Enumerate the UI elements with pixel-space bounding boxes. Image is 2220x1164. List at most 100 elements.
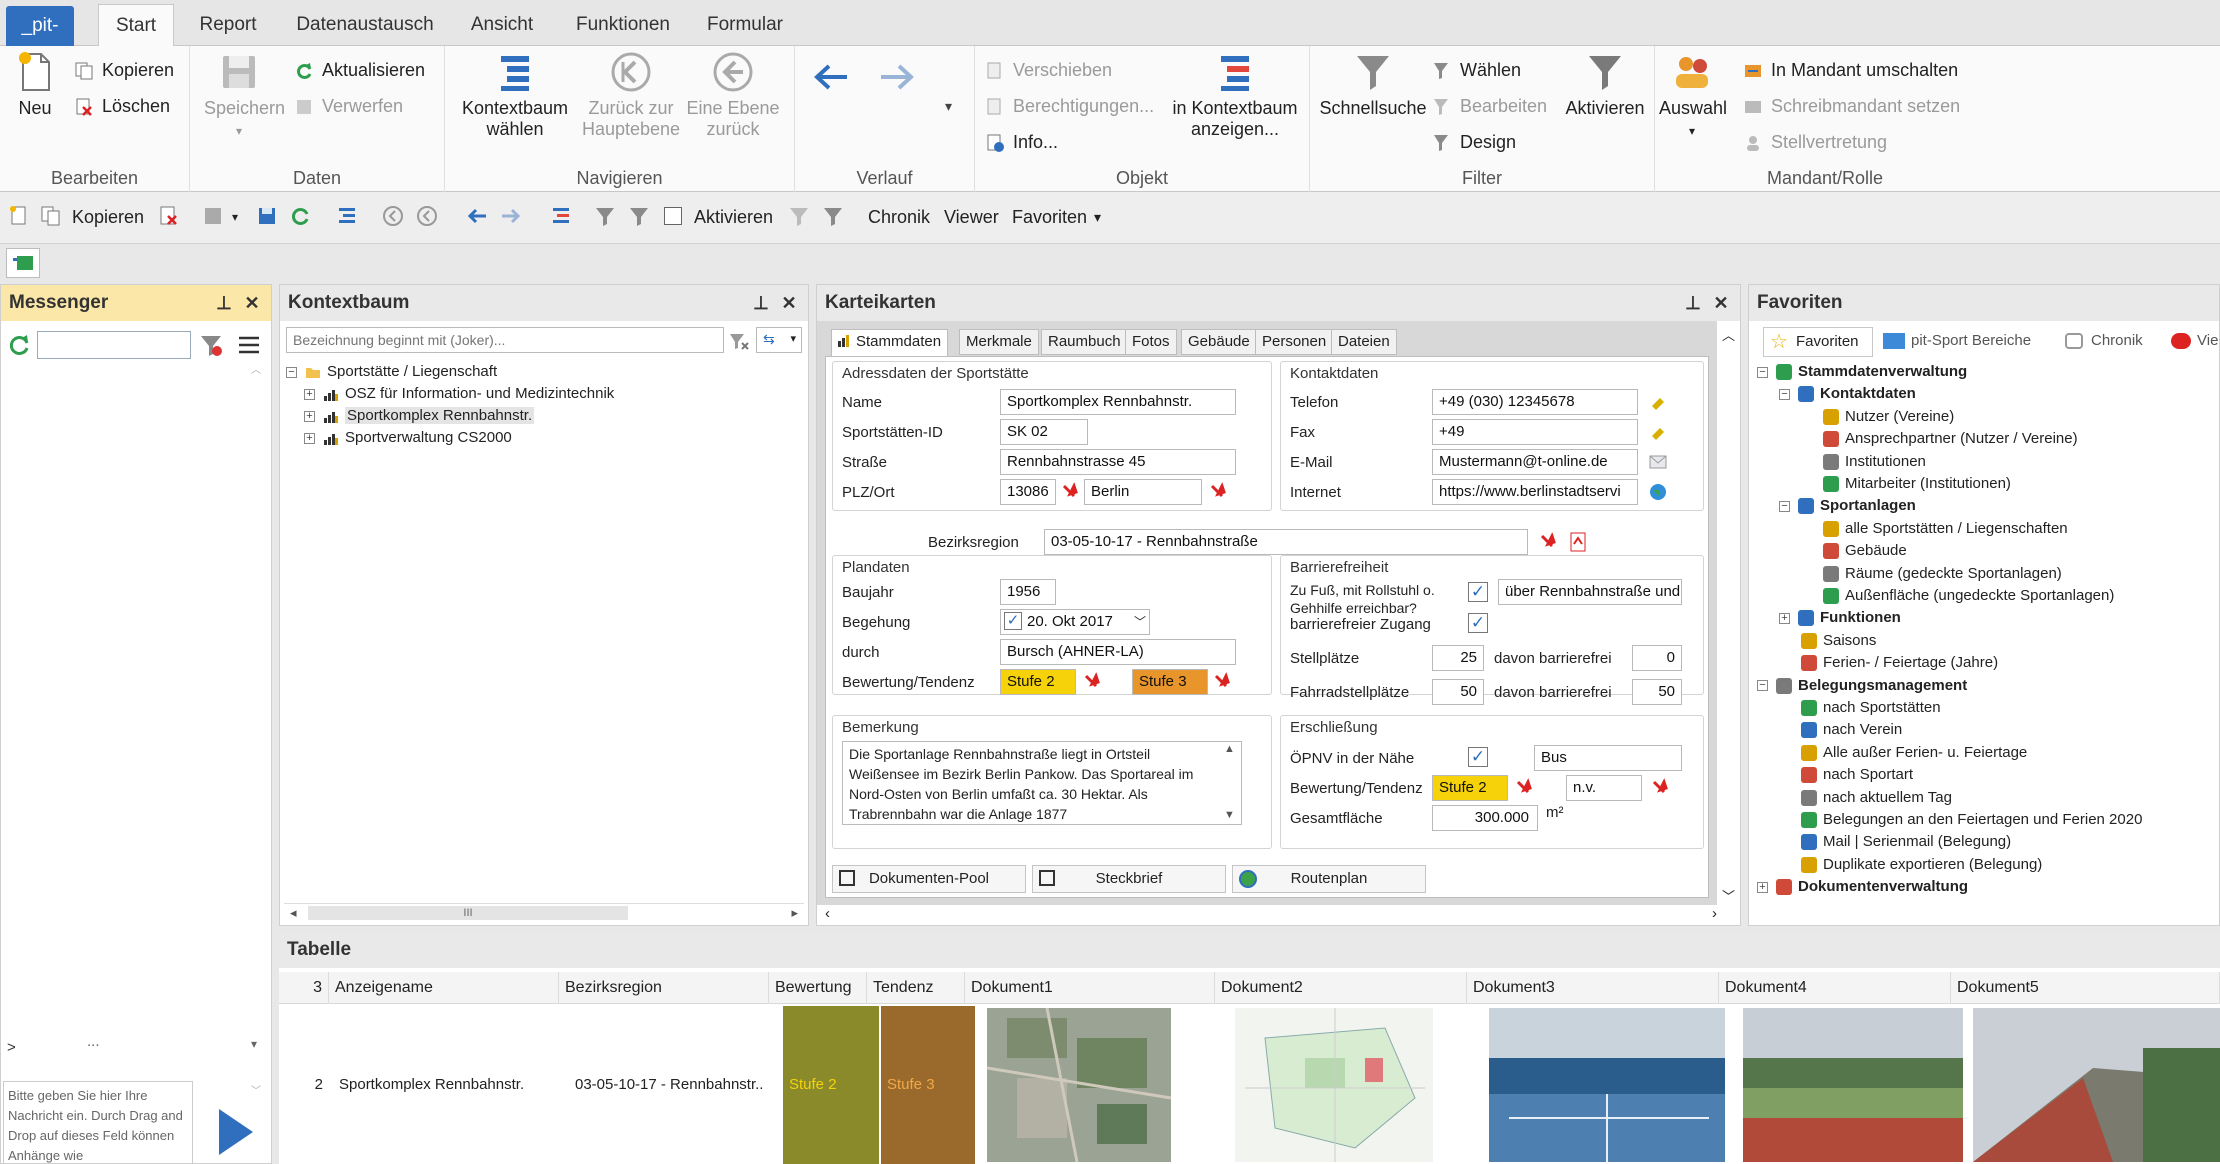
reachable-checkbox[interactable]: ✓ [1468, 582, 1488, 602]
favoriten-item[interactable]: Ansprechpartner (Nutzer / Vereine) [1801, 428, 2078, 450]
qat-context-tree-icon[interactable] [336, 205, 358, 227]
favoriten-item[interactable]: alle Sportstätten / Liegenschaften [1801, 518, 2068, 540]
table-row[interactable]: 2 Sportkomplex Rennbahnstr. 03-05-10-17 … [279, 1006, 2220, 1164]
close-icon[interactable]: ✕ [241, 285, 263, 321]
col-dokument4[interactable]: Dokument4 [1719, 972, 1951, 1004]
pin-icon[interactable]: ⊥ [1682, 285, 1704, 321]
access-checkbox[interactable]: ✓ [1468, 613, 1488, 633]
scroll-left-icon[interactable]: ◂ [290, 905, 297, 921]
context-tree-button[interactable]: Kontextbaum wählen [455, 50, 575, 140]
send-icon[interactable] [211, 1105, 257, 1159]
move-button[interactable]: Verschieben [985, 56, 1112, 84]
col-dokument5[interactable]: Dokument5 [1951, 972, 2220, 1004]
mail-field[interactable]: Mustermann@t-online.de [1432, 449, 1638, 475]
pin-icon[interactable]: ⊥ [213, 285, 235, 321]
qat-save-icon[interactable] [202, 205, 224, 227]
refresh-button[interactable]: Aktualisieren [294, 56, 425, 84]
messenger-filter-icon[interactable] [199, 333, 223, 357]
qat-back-arrow-icon[interactable] [466, 205, 488, 227]
favoriten-item[interactable]: − Stammdatenverwaltung [1757, 361, 1967, 383]
filter-design-button[interactable]: Design [1432, 128, 1516, 156]
qat-customize-icon[interactable]: ▾ [1094, 204, 1101, 230]
fax-icon[interactable] [1648, 422, 1668, 442]
messenger-search-input[interactable] [37, 331, 191, 359]
favoriten-item[interactable]: − Kontaktdaten [1779, 383, 1916, 405]
scroll-right-icon[interactable]: ▸ [791, 905, 798, 921]
col-bezirksregion[interactable]: Bezirksregion [559, 972, 769, 1004]
favoriten-item[interactable]: Duplikate exportieren (Belegung) [1779, 854, 2042, 876]
scroll-up-icon[interactable]: ︿ [1722, 325, 1735, 344]
favoriten-item[interactable]: − Belegungsmanagement [1757, 675, 1967, 697]
tab-pit[interactable]: _pit- [6, 6, 74, 46]
qat-forward-arrow-icon[interactable] [500, 205, 522, 227]
bezirk-field[interactable]: 03-05-10-17 - Rennbahnstraße [1044, 529, 1528, 555]
favoriten-item[interactable]: Alle außer Ferien- u. Feiertage [1779, 742, 2027, 764]
mail-icon[interactable] [1648, 452, 1668, 472]
tab-gebaeude[interactable]: Gebäude [1181, 329, 1257, 355]
favoriten-item[interactable]: Ferien- / Feiertage (Jahre) [1779, 652, 1998, 674]
expand-icon[interactable]: + [304, 410, 315, 422]
karteikarten-vscrollbar[interactable]: ︿ ﹀ [1718, 325, 1738, 905]
messenger-expand[interactable]: > [7, 1039, 16, 1056]
baujahr-field[interactable]: 1956 [1000, 579, 1056, 605]
begehung-field[interactable]: 20. Okt 2017 [1000, 609, 1150, 635]
pin-red-icon[interactable] [1514, 778, 1534, 798]
scroll-up-icon[interactable]: ▲ [1224, 743, 1235, 755]
fahrrad-field[interactable]: 50 [1432, 679, 1484, 705]
qat-favoriten[interactable]: Favoriten [1012, 204, 1087, 230]
scroll-right-icon[interactable]: › [1712, 905, 1717, 922]
favoriten-item[interactable]: Institutionen [1801, 451, 1926, 473]
permissions-button[interactable]: Berechtigungen... [985, 92, 1154, 120]
pin-red-icon[interactable] [1208, 482, 1228, 502]
messenger-collapse-icon[interactable]: ▾ [251, 1037, 257, 1051]
tend-field[interactable]: Stufe 3 [1132, 669, 1208, 695]
qat-delete-icon[interactable] [158, 205, 180, 227]
site-plan-thumbnail[interactable] [1235, 1008, 1433, 1162]
level-up-button[interactable]: Eine Ebene zurück [683, 50, 783, 140]
message-input[interactable]: Bitte geben Sie hier Ihre Nachricht ein.… [3, 1081, 193, 1164]
aerial-photo-thumbnail[interactable] [987, 1008, 1171, 1162]
pdf-icon[interactable] [1568, 532, 1588, 552]
favoriten-item[interactable]: Belegungen an den Feiertagen und Ferien … [1779, 809, 2142, 831]
globe-icon[interactable] [1648, 482, 1668, 502]
favoriten-item[interactable]: nach aktuellem Tag [1779, 787, 1952, 809]
qat-filter-design-icon[interactable] [822, 205, 844, 227]
col-bewertung[interactable]: Bewertung [769, 972, 867, 1004]
col-dokument3[interactable]: Dokument3 [1467, 972, 1719, 1004]
tab-report[interactable]: Report [190, 4, 266, 46]
back-arrow-icon[interactable] [811, 60, 851, 94]
collapse-icon[interactable]: − [1757, 680, 1768, 692]
close-icon[interactable]: ✕ [778, 285, 800, 321]
web-field[interactable]: https://www.berlinstadtservi [1432, 479, 1638, 505]
phone-icon[interactable] [1648, 392, 1668, 412]
plz-field[interactable]: 13086 [1000, 479, 1056, 505]
switch-mandant-button[interactable]: In Mandant umschalten [1743, 56, 1958, 84]
fav-tab-bereiche[interactable]: pit-Sport Bereiche [1881, 327, 2031, 357]
pin-red-icon[interactable] [1538, 532, 1558, 552]
new-button[interactable]: Neu [8, 50, 62, 119]
save-button[interactable]: Speichern ▾ [204, 50, 285, 142]
pin-red-icon[interactable] [1060, 482, 1080, 502]
qat-funnel-icon[interactable] [594, 205, 616, 227]
ort-field[interactable]: Berlin [1084, 479, 1202, 505]
col-tendenz[interactable]: Tendenz [867, 972, 965, 1004]
routenplan-button[interactable]: Routenplan [1232, 865, 1426, 893]
tab-start[interactable]: Start [98, 4, 174, 47]
expand-icon[interactable]: + [1757, 881, 1768, 893]
fav-tab-chronik[interactable]: Chronik [2063, 327, 2143, 357]
collapse-icon[interactable]: − [1779, 388, 1790, 400]
tab-merkmale[interactable]: Merkmale [959, 329, 1039, 355]
tab-fotos[interactable]: Fotos [1125, 329, 1177, 355]
erschl-tend-field[interactable]: n.v. [1566, 775, 1642, 801]
bemerkung-textarea[interactable]: Die Sportanlage Rennbahnstraße liegt in … [842, 741, 1242, 825]
back-to-main-button[interactable]: Zurück zur Hauptebene [581, 50, 681, 140]
qat-copy-icon[interactable] [40, 205, 62, 227]
tree-hscrollbar[interactable]: ◂ III ▸ [284, 903, 804, 923]
info-button[interactable]: Info... [985, 128, 1058, 156]
expand-icon[interactable]: + [1779, 612, 1790, 624]
tree-item[interactable]: + Sportkomplex Rennbahnstr. [304, 405, 535, 427]
oepnv-field[interactable]: Bus [1534, 745, 1682, 771]
begehung-checkbox[interactable]: ✓ [1004, 612, 1022, 630]
tab-raumbuch[interactable]: Raumbuch [1041, 329, 1128, 355]
col-dokument1[interactable]: Dokument1 [965, 972, 1215, 1004]
